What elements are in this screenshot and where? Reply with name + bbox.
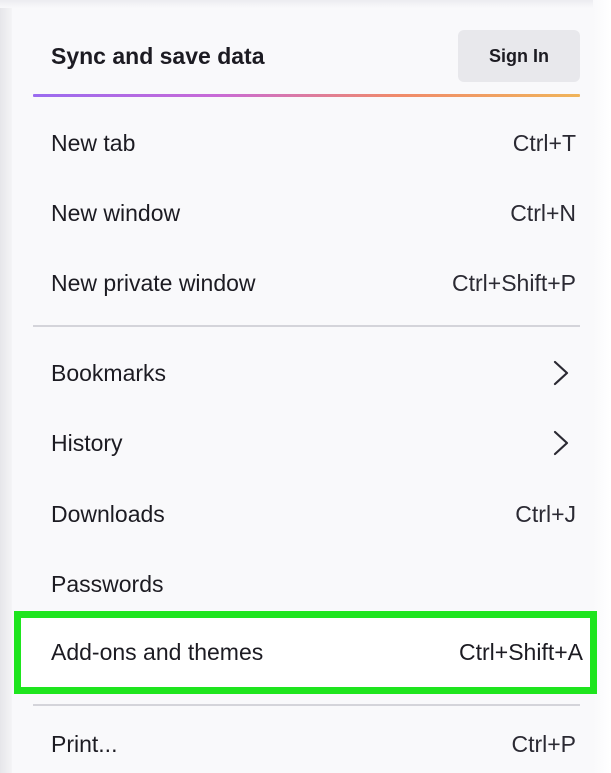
sync-title: Sync and save data bbox=[51, 42, 265, 69]
menu-item-new-private-window[interactable]: New private window Ctrl+Shift+P bbox=[33, 255, 580, 311]
panel-left-edge bbox=[0, 0, 12, 773]
chevron-right-icon bbox=[553, 430, 569, 456]
menu-item-shortcut: Ctrl+Shift+P bbox=[452, 269, 576, 296]
menu-separator bbox=[33, 704, 580, 706]
menu-item-shortcut: Ctrl+N bbox=[510, 199, 576, 226]
menu-item-print[interactable]: Print... Ctrl+P bbox=[33, 716, 580, 772]
account-accent-divider bbox=[33, 94, 580, 97]
menu-item-label: Bookmarks bbox=[51, 359, 167, 386]
menu-item-label: New private window bbox=[51, 269, 256, 296]
menu-item-downloads[interactable]: Downloads Ctrl+J bbox=[33, 486, 580, 542]
menu-item-label: New window bbox=[51, 199, 181, 226]
menu-item-shortcut: Ctrl+T bbox=[512, 129, 576, 156]
menu-item-label: Add-ons and themes bbox=[51, 639, 264, 665]
menu-item-shortcut: Ctrl+J bbox=[515, 500, 576, 527]
app-menu-panel: Sync and save data Sign In New tab Ctrl+… bbox=[0, 0, 611, 773]
menu-item-bookmarks[interactable]: Bookmarks bbox=[33, 345, 580, 401]
menu-item-label: New tab bbox=[51, 129, 136, 156]
menu-item-new-window[interactable]: New window Ctrl+N bbox=[33, 185, 580, 241]
menu-item-label: History bbox=[51, 429, 123, 456]
sync-header: Sync and save data Sign In bbox=[33, 28, 580, 84]
sign-in-button[interactable]: Sign In bbox=[458, 30, 580, 82]
chevron-right-icon bbox=[553, 360, 569, 386]
menu-item-history[interactable]: History bbox=[33, 415, 580, 471]
menu-separator bbox=[33, 325, 580, 327]
menu-item-label: Print... bbox=[51, 730, 118, 757]
highlighted-menu-item-frame: Add-ons and themes Ctrl+Shift+A bbox=[14, 611, 597, 694]
menu-item-label: Passwords bbox=[51, 570, 164, 597]
menu-item-shortcut: Ctrl+P bbox=[511, 730, 576, 757]
menu-item-label: Downloads bbox=[51, 500, 165, 527]
menu-item-new-tab[interactable]: New tab Ctrl+T bbox=[33, 115, 580, 171]
menu-item-shortcut: Ctrl+Shift+A bbox=[459, 639, 583, 665]
menu-item-addons-and-themes[interactable]: Add-ons and themes Ctrl+Shift+A bbox=[33, 618, 583, 687]
menu-item-passwords[interactable]: Passwords bbox=[33, 556, 580, 612]
panel-top-edge bbox=[0, 0, 611, 8]
